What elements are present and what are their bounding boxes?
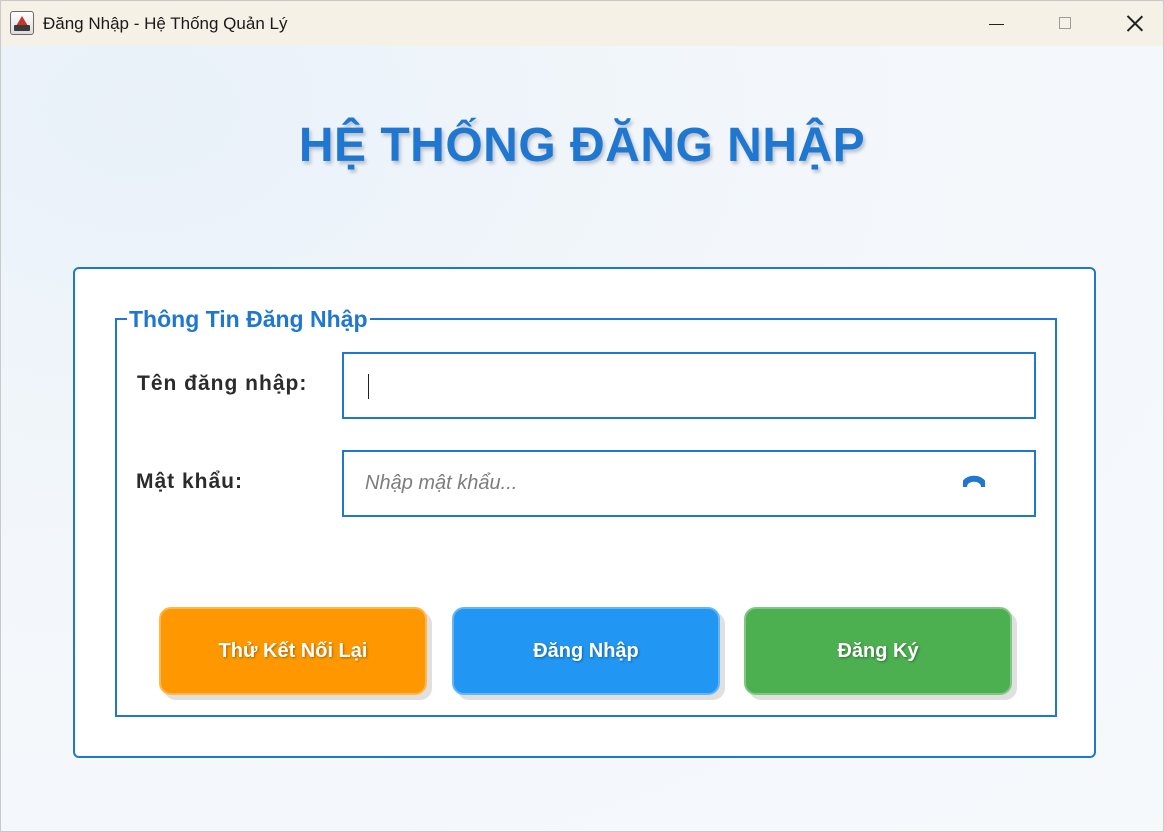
maximize-button[interactable] <box>1031 1 1101 46</box>
close-button[interactable] <box>1101 1 1163 46</box>
login-card: Thông Tin Đăng Nhập Tên đăng nhập: Mật k… <box>73 267 1096 758</box>
password-placeholder: Nhập mật khẩu... <box>365 472 518 494</box>
text-caret <box>368 374 369 399</box>
page-title: HỆ THỐNG ĐĂNG NHẬP <box>298 119 866 172</box>
login-button[interactable]: Đăng Nhập <box>452 607 720 695</box>
group-legend: Thông Tin Đăng Nhập <box>127 306 370 333</box>
app-icon <box>10 11 34 35</box>
eye-icon[interactable] <box>963 475 985 487</box>
client-area: HỆ THỐNG ĐĂNG NHẬP Thông Tin Đăng Nhập T… <box>1 46 1163 831</box>
retry-connection-button[interactable]: Thử Kết Nối Lại <box>159 607 427 695</box>
login-window: Đăng Nhập - Hệ Thống Quản Lý HỆ THỐNG ĐĂ… <box>0 0 1164 832</box>
maximize-icon <box>1059 17 1071 29</box>
username-label: Tên đăng nhập: <box>137 372 308 395</box>
minimize-button[interactable] <box>961 1 1031 46</box>
password-label: Mật khẩu: <box>136 470 244 493</box>
password-input[interactable]: Nhập mật khẩu... <box>342 450 1036 517</box>
register-button[interactable]: Đăng Ký <box>744 607 1012 695</box>
window-title: Đăng Nhập - Hệ Thống Quản Lý <box>43 14 288 33</box>
username-input[interactable] <box>342 352 1036 419</box>
close-icon <box>1127 15 1143 31</box>
minimize-icon <box>989 24 1004 25</box>
login-info-group: Thông Tin Đăng Nhập Tên đăng nhập: Mật k… <box>115 306 1057 717</box>
title-bar[interactable]: Đăng Nhập - Hệ Thống Quản Lý <box>1 1 1163 46</box>
